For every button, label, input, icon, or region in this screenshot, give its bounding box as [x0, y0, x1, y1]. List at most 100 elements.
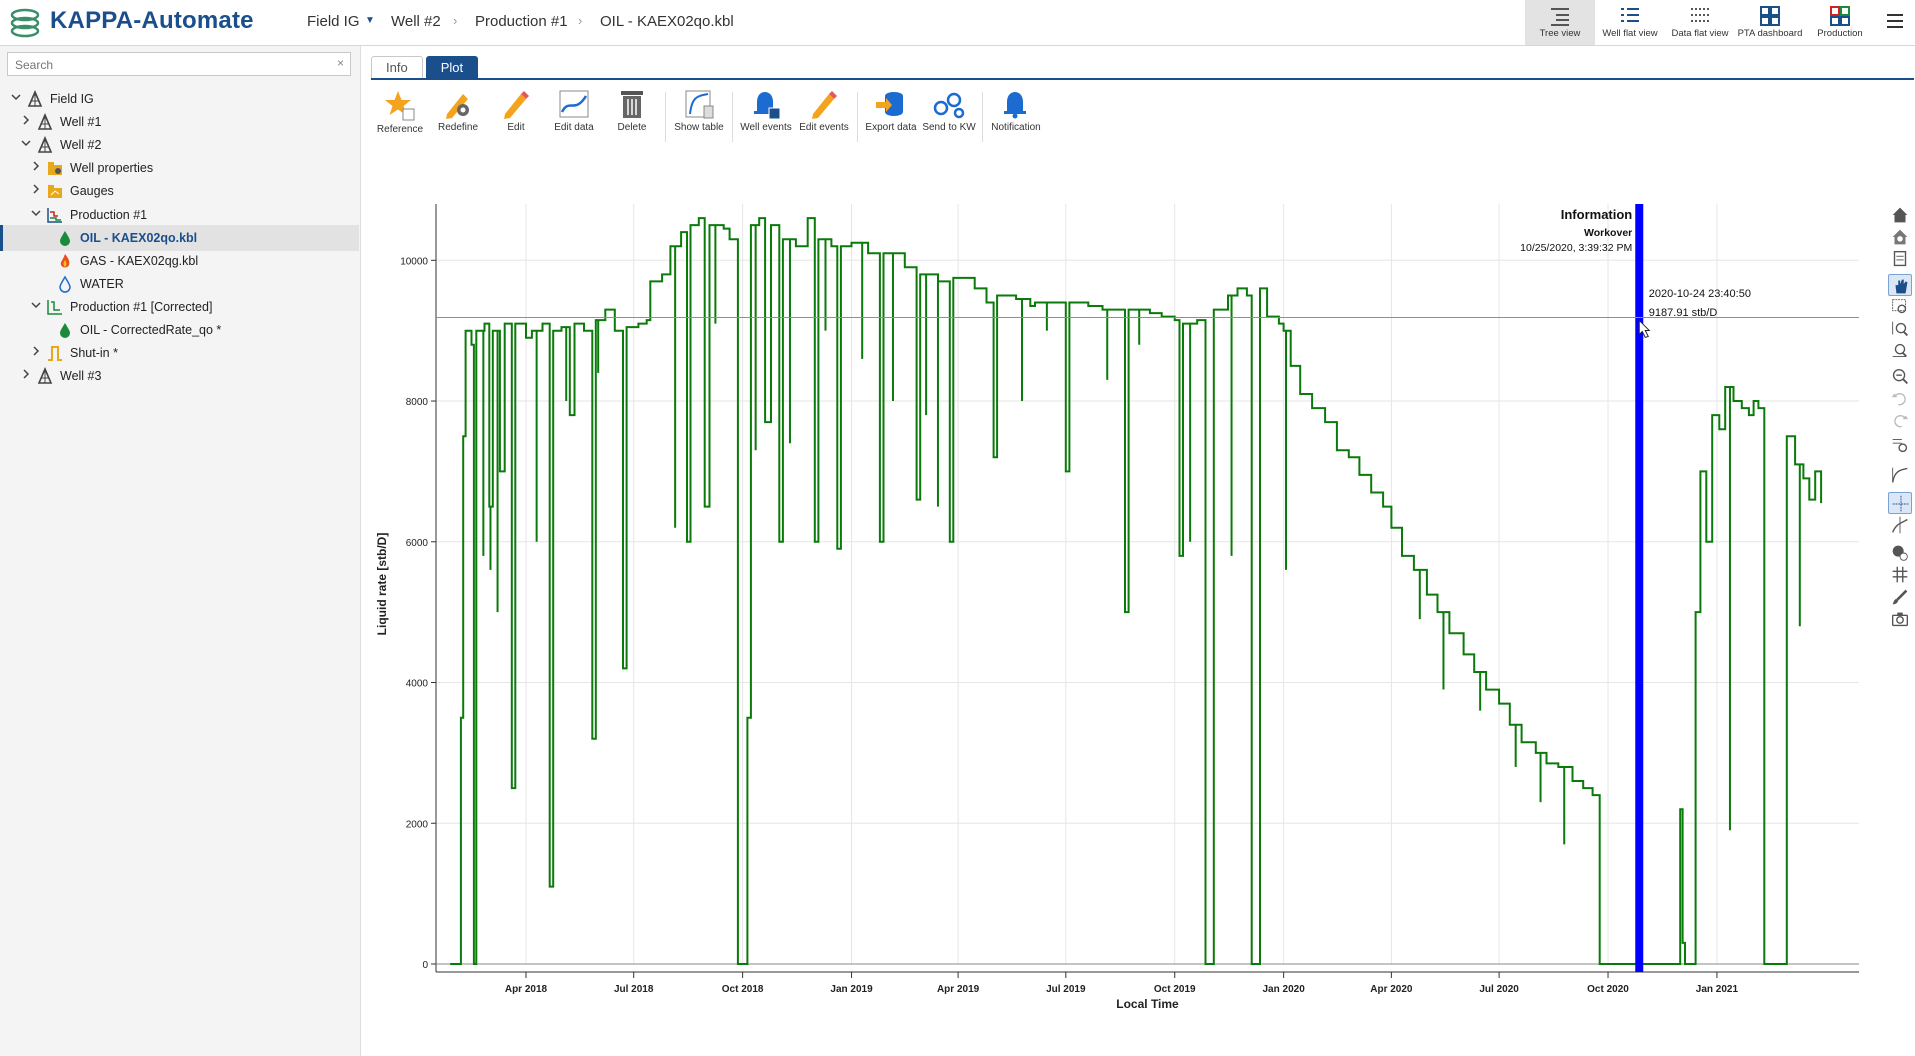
edit-label: Edit — [507, 122, 525, 133]
oil-rate-series-line[interactable] — [450, 217, 1823, 965]
crosshair-icon — [1892, 495, 1910, 513]
workover-event-band[interactable] — [1635, 204, 1644, 972]
pta-dashboard-button[interactable]: PTA dashboard — [1735, 0, 1805, 45]
line-tool-button[interactable] — [1888, 464, 1912, 486]
tree-item[interactable]: GAS - KAEX02qg.kbl — [0, 248, 359, 274]
tab-info[interactable]: Info — [371, 56, 423, 79]
home-alt-button[interactable] — [1888, 226, 1912, 248]
tree-item[interactable]: OIL - CorrectedRate_qo * — [0, 317, 359, 343]
y-tick-label: 2000 — [406, 819, 429, 830]
y-tick-label: 6000 — [406, 538, 429, 549]
x-tick-label: Apr 2018 — [505, 984, 548, 995]
edit-events-button[interactable]: Edit events — [795, 84, 853, 194]
export-data-button[interactable]: Export data — [862, 84, 920, 194]
breadcrumb-well[interactable]: Well #2 — [391, 13, 441, 30]
reference-button[interactable]: Reference — [371, 84, 429, 194]
plot-area[interactable]: 0 2000 4000 6000 8000 10000 Apr 2018 Jul 2018 Oc… — [361, 196, 1915, 1056]
edit-pencil-icon — [504, 91, 529, 119]
chevron-down-icon[interactable] — [30, 299, 42, 311]
zoom-out-button[interactable] — [1888, 366, 1912, 388]
tree-item[interactable]: OIL - KAEX02qo.kbl — [0, 224, 359, 251]
pan-hand-button[interactable] — [1888, 274, 1912, 296]
redefine-button[interactable]: Redefine — [429, 84, 487, 194]
menu-icon[interactable] — [1885, 12, 1905, 30]
tree-item-label: Well #2 — [60, 138, 102, 153]
x-tick-label: Apr 2020 — [1370, 984, 1413, 995]
marker-button[interactable] — [1888, 542, 1912, 564]
camera-button[interactable] — [1888, 608, 1912, 630]
crosshair-button[interactable] — [1888, 492, 1912, 514]
tree-item[interactable]: WATER — [0, 271, 359, 297]
well-events-bell-icon — [754, 92, 781, 120]
zoom-box-button[interactable] — [1888, 296, 1912, 318]
tree-item[interactable]: Production #1 — [0, 202, 359, 228]
info-box-title: Information — [1561, 207, 1633, 222]
notification-button[interactable]: Notification — [987, 84, 1045, 194]
zoom-box-icon — [1892, 299, 1907, 314]
brush-button[interactable] — [1888, 586, 1912, 608]
well-flat-view-button[interactable]: Well flat view — [1595, 0, 1665, 45]
y-tick-label: 10000 — [400, 256, 428, 267]
cursor-readout-date: 2020-10-24 23:40:50 — [1649, 288, 1751, 300]
send-to-kw-button[interactable]: Send to KW — [920, 84, 978, 194]
edit-button[interactable]: Edit — [487, 84, 545, 194]
chevron-down-icon[interactable] — [10, 91, 22, 103]
chevron-right-icon[interactable] — [20, 368, 32, 380]
tree-item[interactable]: Gauges — [0, 178, 359, 204]
list-button[interactable] — [1888, 248, 1912, 270]
chevron-down-icon[interactable] — [20, 137, 32, 149]
edit-data-button[interactable]: Edit data — [545, 84, 603, 194]
breadcrumb-production[interactable]: Production #1 — [475, 13, 568, 30]
tab-plot[interactable]: Plot — [425, 56, 479, 79]
marker-icon — [1892, 545, 1908, 561]
well-events-button[interactable]: Well events — [737, 84, 795, 194]
export-data-label: Export data — [865, 122, 917, 133]
x-tick-label: Jan 2020 — [1263, 984, 1306, 995]
tree-item-label: Well #3 — [60, 369, 102, 384]
chevron-right-icon[interactable] — [30, 183, 42, 195]
tree-item[interactable]: Well properties — [0, 155, 359, 181]
chevron-right-icon[interactable] — [20, 114, 32, 126]
chevron-right-icon[interactable] — [30, 160, 42, 172]
send-to-kw-label: Send to KW — [922, 122, 976, 133]
data-flat-view-button[interactable]: Data flat view — [1665, 0, 1735, 45]
edit-data-label: Edit data — [554, 122, 594, 133]
redo-button[interactable] — [1888, 410, 1912, 432]
undo-button[interactable] — [1888, 388, 1912, 410]
zoom-x-button[interactable] — [1888, 318, 1912, 340]
tree-item-label: Production #1 — [70, 207, 148, 222]
oil-drop-icon — [56, 321, 74, 339]
tree-item[interactable]: Field IG — [0, 86, 359, 112]
sidebar: × Field IG Well #1 Well #2 Well properties G… — [0, 46, 361, 1056]
x-tick-label: Jan 2019 — [830, 984, 873, 995]
edit-events-label: Edit events — [799, 122, 849, 133]
zoom-y-button[interactable] — [1888, 340, 1912, 362]
tree-item[interactable]: Well #2 — [0, 132, 359, 158]
well-properties-icon — [46, 159, 64, 177]
production-view-button[interactable]: Production — [1805, 0, 1875, 45]
zoom-fit-button[interactable] — [1888, 434, 1912, 456]
search-input[interactable] — [13, 54, 317, 76]
tree-item-label: OIL - CorrectedRate_qo * — [80, 323, 222, 337]
data-flat-view-label: Data flat view — [1671, 28, 1729, 39]
cursor-tool-button[interactable] — [1888, 514, 1912, 536]
tree-item[interactable]: Well #3 — [0, 363, 359, 389]
app-title[interactable]: KAPPA-Automate — [50, 7, 254, 35]
tree-item[interactable]: Well #1 — [0, 109, 359, 135]
tree-item[interactable]: Shut-in * — [0, 340, 359, 366]
chevron-down-icon[interactable] — [30, 207, 42, 219]
chevron-right-icon[interactable] — [30, 345, 42, 357]
breadcrumb-dropdown-icon[interactable]: ▼ — [365, 15, 375, 26]
tree-view-button[interactable]: Tree view — [1525, 0, 1595, 45]
grid-button[interactable] — [1888, 564, 1912, 586]
show-table-button[interactable]: Show table — [670, 84, 728, 194]
breadcrumb-current: OIL - KAEX02qo.kbl — [600, 13, 734, 30]
breadcrumb-field[interactable]: Field IG — [307, 13, 360, 30]
home-button[interactable] — [1888, 204, 1912, 226]
delete-button[interactable]: Delete — [603, 84, 661, 194]
top-bar: KAPPA-Automate Field IG ▼ Well #2 › Prod… — [0, 0, 1915, 46]
liquid-rate-chart[interactable]: 0 2000 4000 6000 8000 10000 Apr 2018 Jul 2018 Oc… — [361, 196, 1885, 1056]
clear-search-icon[interactable]: × — [337, 56, 344, 70]
home-icon — [1892, 207, 1908, 223]
tree-item[interactable]: Production #1 [Corrected] — [0, 294, 359, 320]
